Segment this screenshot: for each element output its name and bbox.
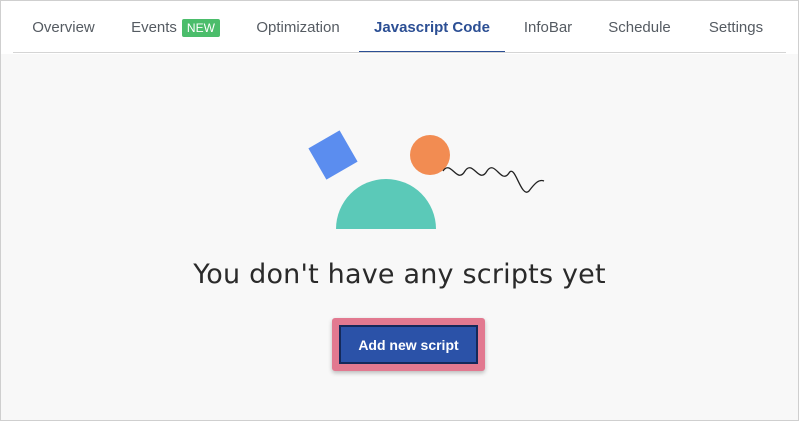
add-new-script-button[interactable]: Add new script — [339, 325, 478, 364]
tab-label: Schedule — [608, 19, 671, 36]
semicircle-shape — [336, 179, 436, 229]
tab-label: Overview — [32, 19, 95, 36]
empty-state-illustration — [308, 130, 545, 229]
button-highlight: Add new script — [332, 318, 485, 371]
tab-settings[interactable]: Settings — [690, 1, 782, 54]
square-shape — [308, 130, 358, 180]
tab-schedule[interactable]: Schedule — [591, 1, 688, 54]
empty-state-title: You don't have any scripts yet — [193, 259, 606, 290]
tab-bar: Overview Events NEW Optimization Javascr… — [1, 1, 798, 54]
tab-label: Settings — [708, 19, 764, 36]
new-badge: NEW — [181, 18, 220, 37]
tab-javascript-code[interactable]: Javascript Code — [359, 1, 505, 54]
tab-label: Javascript Code — [374, 19, 490, 36]
tab-label: Optimization — [256, 19, 340, 36]
tab-infobar[interactable]: InfoBar — [507, 1, 589, 54]
tab-bar-divider — [13, 52, 786, 53]
tab-events[interactable]: Events NEW — [114, 1, 237, 54]
tab-label: Events — [131, 19, 177, 36]
tab-overview[interactable]: Overview — [15, 1, 112, 54]
main-panel: Overview Events NEW Optimization Javascr… — [0, 0, 799, 421]
tab-label: InfoBar — [523, 19, 573, 36]
tab-optimization[interactable]: Optimization — [239, 1, 357, 54]
squiggle-line — [442, 167, 545, 193]
